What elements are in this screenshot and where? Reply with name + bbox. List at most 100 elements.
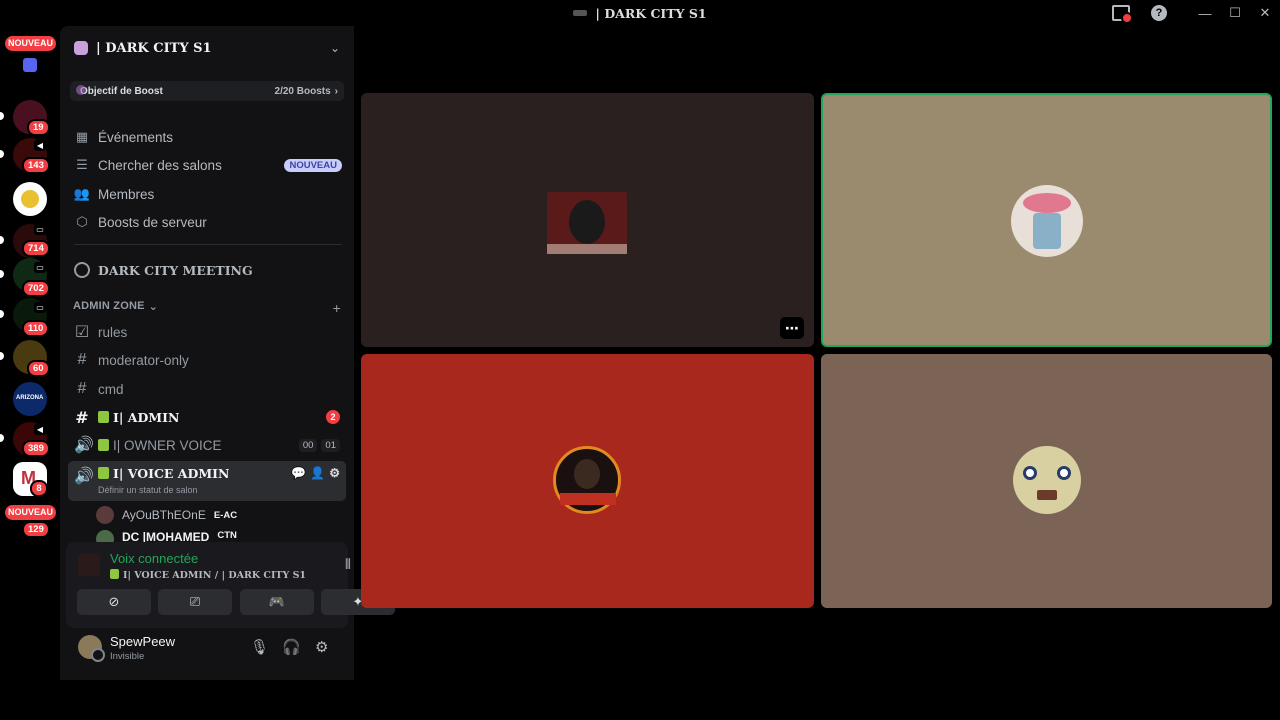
window-title: | DARK CITY S1 bbox=[573, 5, 707, 21]
voice-user-name: DC |MOHAMED bbox=[122, 530, 210, 542]
voice-user[interactable]: DC |MOHAMED CTN bbox=[96, 530, 237, 542]
gamepad-icon: 🎮 bbox=[268, 594, 286, 609]
unread-pill bbox=[0, 352, 4, 360]
hashtag-icon: # bbox=[77, 380, 87, 397]
hashtag-icon: # bbox=[77, 351, 87, 368]
invite-icon[interactable]: 👤 bbox=[310, 466, 325, 480]
help-icon[interactable]: ? bbox=[1151, 5, 1167, 21]
direct-messages-icon[interactable] bbox=[23, 58, 37, 72]
nav-events[interactable]: ▦ Événements bbox=[74, 126, 342, 148]
channel-sidebar: | DARK CITY S1 ⌄ Objectif de Boost 2/20 … bbox=[60, 26, 395, 680]
voice-connected-title[interactable]: Voix connectée bbox=[110, 551, 198, 566]
category-admin-zone[interactable]: ADMIN ZONE ⌄ + bbox=[73, 300, 341, 316]
guild-home-icon bbox=[74, 41, 88, 55]
channel-moderator-only[interactable]: # moderator-only bbox=[68, 347, 346, 373]
green-square-emoji bbox=[98, 410, 109, 423]
server-icon[interactable]: ARIZONA bbox=[13, 382, 47, 416]
rules-icon: ☑ bbox=[74, 324, 90, 341]
video-tile-speaking[interactable] bbox=[821, 93, 1272, 347]
title-bar: | DARK CITY S1 ? — ☐ ✕ bbox=[0, 0, 1280, 26]
nav-server-boosts[interactable]: ⬡ Boosts de serveur bbox=[74, 211, 342, 233]
speaker-icon: 🔊 bbox=[74, 437, 94, 454]
channel-voice-admin[interactable]: 🔊 I| VOICE ADMIN 💬 👤 ⚙ Définir un statut… bbox=[68, 461, 346, 501]
channel-label: moderator-only bbox=[98, 352, 189, 368]
headphones-icon[interactable]: 🎧 bbox=[282, 638, 301, 656]
window-controls: — ☐ ✕ bbox=[1190, 0, 1280, 26]
channel-admin[interactable]: # I| ADMIN 2 bbox=[68, 404, 346, 430]
unread-pill bbox=[0, 150, 4, 158]
camera-button[interactable]: ⊘ bbox=[77, 589, 151, 615]
green-square-emoji bbox=[110, 569, 119, 579]
screen-share-icon: ⎚ bbox=[189, 594, 201, 609]
boost-goal-bar[interactable]: Objectif de Boost 2/20 Boosts › bbox=[70, 81, 344, 101]
boost-gem-icon: ⬡ bbox=[76, 214, 88, 229]
chat-bubble-icon[interactable]: 💬 bbox=[291, 466, 306, 480]
channel-cmd[interactable]: # cmd bbox=[68, 376, 346, 402]
noise-suppression-icon[interactable]: ⫴ bbox=[345, 556, 351, 573]
avatar bbox=[96, 506, 114, 524]
channel-label: cmd bbox=[98, 381, 124, 397]
video-tile[interactable] bbox=[821, 354, 1272, 608]
screen-share-icon: ▭ bbox=[34, 224, 46, 235]
voice-connected-panel: Voix connectée I| VOICE ADMIN / | DARK C… bbox=[66, 542, 395, 628]
voice-connected-subtitle[interactable]: I| VOICE ADMIN / | DARK CITY S1 bbox=[110, 569, 306, 581]
channel-owner-voice[interactable]: 🔊 I| OWNER VOICE 00 01 bbox=[68, 432, 346, 458]
chevron-down-icon: ⌄ bbox=[148, 301, 159, 313]
voice-user-tag: E-AC bbox=[213, 509, 238, 521]
divider bbox=[74, 244, 342, 245]
new-badge: NOUVEAU bbox=[5, 505, 57, 520]
close-icon[interactable]: ✕ bbox=[1250, 0, 1280, 26]
avatar bbox=[1013, 446, 1081, 514]
more-options-button[interactable]: ⋯ bbox=[780, 317, 804, 339]
green-square-emoji bbox=[98, 438, 109, 451]
calendar-icon: ▦ bbox=[75, 129, 89, 144]
user-count: 00 bbox=[298, 438, 318, 452]
avatar[interactable] bbox=[78, 635, 105, 662]
window-title-text: | DARK CITY S1 bbox=[595, 5, 707, 21]
unread-pill bbox=[0, 112, 4, 120]
server-icon[interactable] bbox=[13, 182, 47, 216]
mention-badge: 8 bbox=[30, 480, 48, 497]
camera-off-icon: ⊘ bbox=[108, 594, 120, 609]
voice-user-tag: CTN bbox=[217, 530, 237, 541]
nav-browse-channels[interactable]: ☰ Chercher des salons NOUVEAU bbox=[74, 154, 342, 176]
screen-share-icon: ▭ bbox=[34, 262, 46, 273]
speaker-icon: ◀ bbox=[34, 140, 46, 151]
gear-icon[interactable]: ⚙ bbox=[315, 638, 328, 656]
maximize-icon[interactable]: ☐ bbox=[1220, 0, 1250, 26]
channel-label: I| OWNER VOICE bbox=[98, 438, 222, 453]
unread-pill bbox=[0, 270, 4, 278]
channel-label: I| VOICE ADMIN bbox=[98, 466, 229, 481]
meeting-channel[interactable]: DARK CITY MEETING bbox=[74, 262, 253, 278]
activities-button[interactable]: 🎮 bbox=[240, 589, 314, 615]
microphone-icon[interactable]: 🎙 bbox=[250, 638, 269, 656]
mention-badge: 2 bbox=[326, 410, 340, 424]
speaker-icon: 🔊 bbox=[74, 466, 94, 485]
hashtag-icon: # bbox=[75, 407, 89, 427]
channel-rules[interactable]: ☑ rules bbox=[68, 319, 346, 345]
gear-icon[interactable]: ⚙ bbox=[329, 466, 340, 480]
user-panel: SpewPeew Invisible 🎙 🎧 ⚙ bbox=[60, 624, 354, 680]
guild-header[interactable]: | DARK CITY S1 ⌄ bbox=[60, 26, 354, 70]
voice-user[interactable]: AyOuBThEOnE E-AC bbox=[96, 504, 237, 526]
unread-pill bbox=[0, 434, 4, 442]
video-tile[interactable]: ⋯ bbox=[361, 93, 814, 347]
nav-members[interactable]: 👥 Membres bbox=[74, 183, 342, 205]
add-channel-icon[interactable]: + bbox=[333, 300, 341, 316]
minimize-icon[interactable]: — bbox=[1190, 0, 1220, 26]
nav-browse-label: Chercher des salons bbox=[98, 157, 222, 173]
avatar bbox=[96, 530, 114, 542]
mention-badge: 143 bbox=[22, 157, 50, 174]
server-rail: NOUVEAU 19 ◀ 143 ▭ 714 ▭ 702 ▭ 110 60 AR… bbox=[0, 26, 60, 680]
screen-share-button[interactable]: ⎚ bbox=[158, 589, 232, 615]
inbox-icon[interactable] bbox=[1112, 5, 1133, 24]
channel-status-prompt[interactable]: Définir un statut de salon bbox=[98, 485, 198, 495]
video-tile[interactable] bbox=[361, 354, 814, 608]
user-limit: 01 bbox=[321, 438, 340, 452]
boost-goal-value: 2/20 Boosts bbox=[274, 85, 331, 97]
avatar bbox=[547, 192, 627, 254]
avatar bbox=[553, 446, 621, 514]
user-name[interactable]: SpewPeew bbox=[110, 634, 175, 649]
browse-channels-icon: ☰ bbox=[76, 157, 88, 172]
mention-badge: 714 bbox=[22, 240, 50, 257]
